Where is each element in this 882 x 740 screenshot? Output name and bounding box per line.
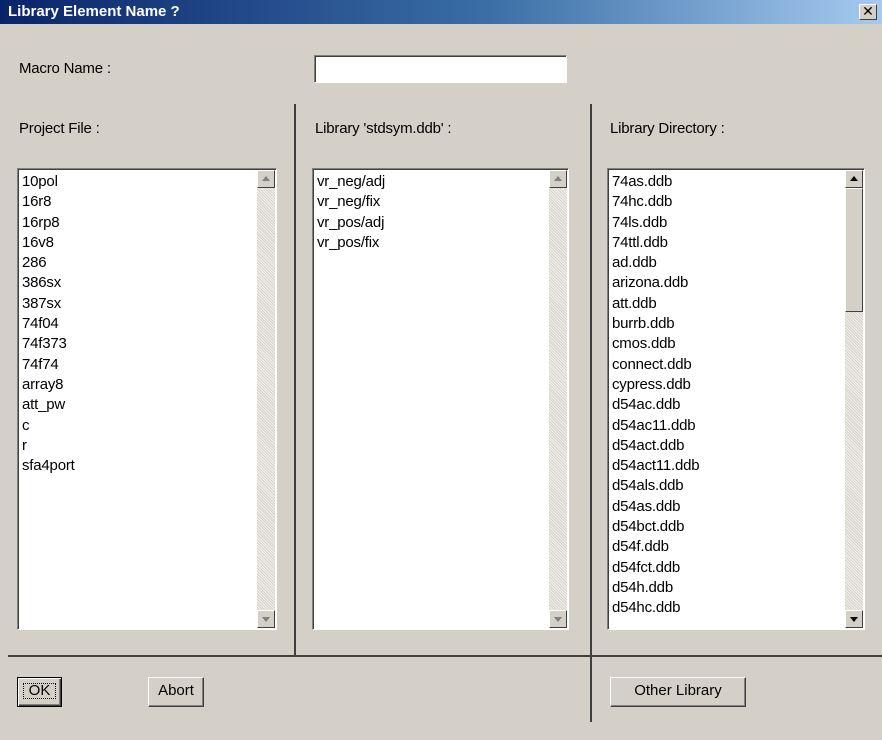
library-element-list[interactable]: vr_neg/adj vr_neg/fix vr_pos/adj vr_pos/fix	[312, 168, 569, 630]
list-item[interactable]: 74as.ddb	[612, 172, 699, 192]
library-label: Library 'stdsym.ddb' :	[315, 120, 452, 137]
arrow-up-icon	[554, 176, 562, 181]
library-directory-scrollbar[interactable]	[845, 170, 863, 628]
list-item[interactable]: d54as.ddb	[612, 497, 699, 517]
abort-button-label: Abort	[158, 682, 194, 699]
list-item[interactable]: connect.ddb	[612, 355, 699, 375]
list-item[interactable]: att_pw	[22, 395, 75, 415]
list-item[interactable]: d54act11.ddb	[612, 456, 700, 476]
list-item[interactable]: d54bct.ddb	[612, 517, 699, 537]
list-item[interactable]: 16r8	[22, 192, 75, 212]
close-button[interactable]: ✕	[859, 3, 877, 20]
list-item[interactable]: d54hc.ddb	[612, 598, 699, 618]
list-item[interactable]: d54ac.ddb	[612, 395, 699, 415]
project-file-scrollbar[interactable]	[257, 170, 275, 628]
scroll-down-button[interactable]	[845, 610, 863, 628]
list-item[interactable]: 74f04	[22, 314, 75, 334]
list-item[interactable]: 16v8	[22, 233, 75, 253]
macro-name-label: Macro Name :	[19, 60, 111, 77]
list-item[interactable]: 74ttl.ddb	[612, 233, 699, 253]
title-bar[interactable]: Library Element Name ? ✕	[0, 0, 882, 24]
dialog-window: Library Element Name ? ✕ Macro Name : Pr…	[0, 0, 882, 740]
scroll-thumb[interactable]	[845, 188, 863, 312]
arrow-down-icon	[554, 617, 562, 622]
list-item[interactable]: arizona.ddb	[612, 273, 699, 293]
ok-button[interactable]: OK	[17, 677, 62, 707]
scroll-down-button[interactable]	[549, 610, 567, 628]
scroll-down-button[interactable]	[257, 610, 275, 628]
list-item[interactable]: vr_neg/fix	[317, 192, 385, 212]
library-element-items: vr_neg/adj vr_neg/fix vr_pos/adj vr_pos/fix	[317, 172, 385, 253]
project-file-label: Project File :	[19, 120, 100, 137]
library-directory-list[interactable]: 74as.ddb 74hc.ddb 74ls.ddb 74ttl.ddb ad.ddb a…	[607, 168, 865, 630]
list-item[interactable]: d54als.ddb	[612, 476, 699, 496]
arrow-down-icon	[262, 617, 270, 622]
arrow-up-icon	[850, 176, 858, 181]
list-item[interactable]: 74f74	[22, 355, 75, 375]
list-item[interactable]: c	[22, 416, 75, 436]
list-item[interactable]: 16rp8	[22, 213, 75, 233]
list-item[interactable]: cmos.ddb	[612, 334, 699, 354]
divider-left	[294, 104, 296, 655]
arrow-down-icon	[850, 617, 858, 622]
list-item[interactable]: d54h.ddb	[612, 578, 699, 598]
list-item[interactable]: vr_pos/fix	[317, 233, 385, 253]
list-item[interactable]: att.ddb	[612, 294, 699, 314]
list-item[interactable]: 10pol	[22, 172, 75, 192]
arrow-up-icon	[262, 176, 270, 181]
list-item[interactable]: d54act.ddb	[612, 436, 699, 456]
ok-button-label: OK	[18, 678, 61, 704]
list-item[interactable]: sfa4port	[22, 456, 75, 476]
list-item[interactable]: 286	[22, 253, 75, 273]
list-item[interactable]: d54ac11.ddb	[612, 416, 699, 436]
dialog-title: Library Element Name ?	[8, 3, 180, 20]
list-item[interactable]: r	[22, 436, 75, 456]
macro-name-input[interactable]	[314, 55, 567, 83]
list-item[interactable]: vr_pos/adj	[317, 213, 385, 233]
divider-bottom	[8, 655, 882, 657]
other-library-button-label: Other Library	[634, 682, 722, 699]
divider-right	[590, 104, 592, 722]
project-file-list[interactable]: 10pol 16r8 16rp8 16v8 286 386sx 387sx 74f04 74f3…	[17, 168, 277, 630]
list-item[interactable]: ad.ddb	[612, 253, 699, 273]
list-item[interactable]: cypress.ddb	[612, 375, 699, 395]
library-directory-items: 74as.ddb 74hc.ddb 74ls.ddb 74ttl.ddb ad.ddb a…	[612, 172, 700, 619]
list-item[interactable]: 74hc.ddb	[612, 192, 699, 212]
list-item[interactable]: array8	[22, 375, 75, 395]
scroll-up-button[interactable]	[549, 170, 567, 188]
list-item[interactable]: vr_neg/adj	[317, 172, 385, 192]
list-item[interactable]: d54f.ddb	[612, 537, 699, 557]
project-file-items: 10pol 16r8 16rp8 16v8 286 386sx 387sx 74f04 74f3…	[22, 172, 75, 476]
list-item[interactable]: 74ls.ddb	[612, 213, 699, 233]
abort-button[interactable]: Abort	[148, 677, 204, 707]
library-directory-label: Library Directory :	[610, 120, 725, 137]
other-library-button[interactable]: Other Library	[610, 677, 746, 707]
scroll-up-button[interactable]	[845, 170, 863, 188]
list-item[interactable]: burrb.ddb	[612, 314, 699, 334]
list-item[interactable]: 386sx	[22, 273, 75, 293]
list-item[interactable]: d54fct.ddb	[612, 558, 699, 578]
list-item[interactable]: 74f373	[22, 334, 75, 354]
close-icon: ✕	[862, 3, 874, 19]
list-item[interactable]: 387sx	[22, 294, 75, 314]
scroll-up-button[interactable]	[257, 170, 275, 188]
library-element-scrollbar[interactable]	[549, 170, 567, 628]
